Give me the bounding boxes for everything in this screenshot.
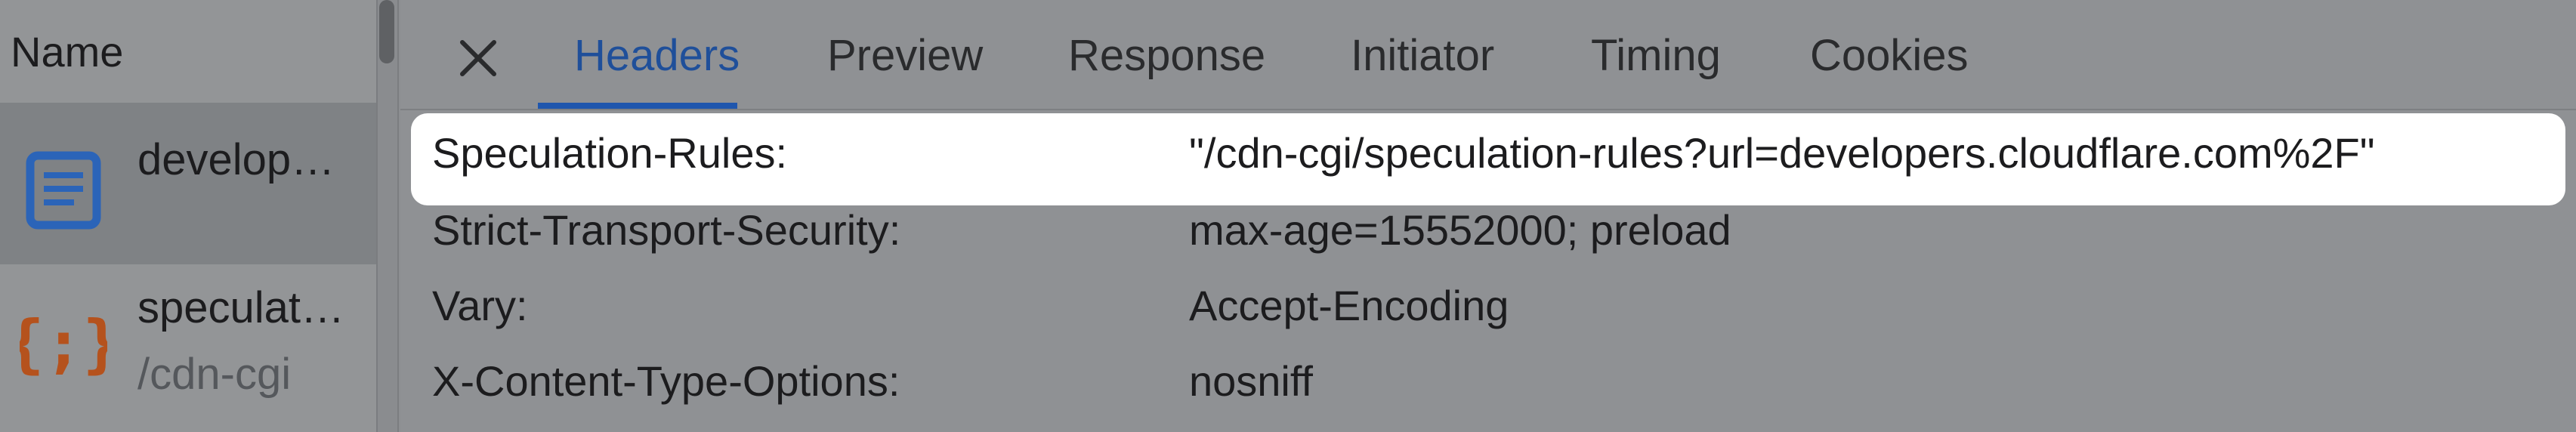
scrollbar-thumb[interactable]	[379, 0, 394, 63]
tab-headers[interactable]: Headers	[574, 26, 740, 86]
header-value: Accept-Encoding	[1189, 282, 1509, 329]
header-row[interactable]: Speculation-Rules: "/cdn-cgi/speculation…	[400, 128, 2576, 204]
request-row-document[interactable]: develop…	[0, 103, 376, 264]
header-row[interactable]: Strict-Transport-Security: max-age=15552…	[400, 205, 2576, 281]
active-tab-indicator	[538, 103, 737, 109]
request-name: develop…	[137, 135, 335, 184]
close-icon[interactable]	[453, 33, 503, 83]
request-path: /cdn-cgi	[137, 350, 292, 399]
header-value: "/cdn-cgi/speculation-rules?url=develope…	[1189, 129, 2375, 177]
header-name: X-Content-Type-Options:	[432, 357, 900, 405]
name-column-label: Name	[11, 27, 124, 76]
json-braces-icon: {;}	[20, 307, 107, 381]
name-column-header[interactable]: Name	[0, 0, 376, 103]
header-row[interactable]: X-Content-Type-Options: nosniff	[400, 356, 2576, 432]
header-name: Speculation-Rules:	[432, 129, 788, 177]
header-value: max-age=15552000; preload	[1189, 206, 1731, 254]
tab-timing[interactable]: Timing	[1591, 26, 1721, 86]
panel-scrollbar[interactable]	[376, 0, 399, 432]
header-row[interactable]: Vary: Accept-Encoding	[400, 281, 2576, 356]
details-tab-bar: Headers Preview Response Initiator Timin…	[400, 0, 2576, 110]
tab-response[interactable]: Response	[1068, 26, 1265, 86]
document-icon	[26, 151, 101, 230]
tab-cookies[interactable]: Cookies	[1810, 26, 1969, 86]
header-value: nosniff	[1189, 357, 1313, 405]
request-details: Headers Preview Response Initiator Timin…	[400, 0, 2576, 432]
request-name: speculat…	[137, 283, 345, 332]
request-row-speculation[interactable]: {;} speculat… /cdn-cgi	[0, 264, 376, 426]
svg-text:{;}: {;}	[20, 307, 107, 381]
request-list: Name develop… {;} speculat… /cdn-cgi	[0, 0, 376, 432]
devtools-network-panel: Name develop… {;} speculat… /cdn-cgi	[0, 0, 2576, 432]
header-name: Vary:	[432, 282, 528, 329]
tab-initiator[interactable]: Initiator	[1351, 26, 1494, 86]
header-name: Strict-Transport-Security:	[432, 206, 901, 254]
tab-preview[interactable]: Preview	[827, 26, 983, 86]
